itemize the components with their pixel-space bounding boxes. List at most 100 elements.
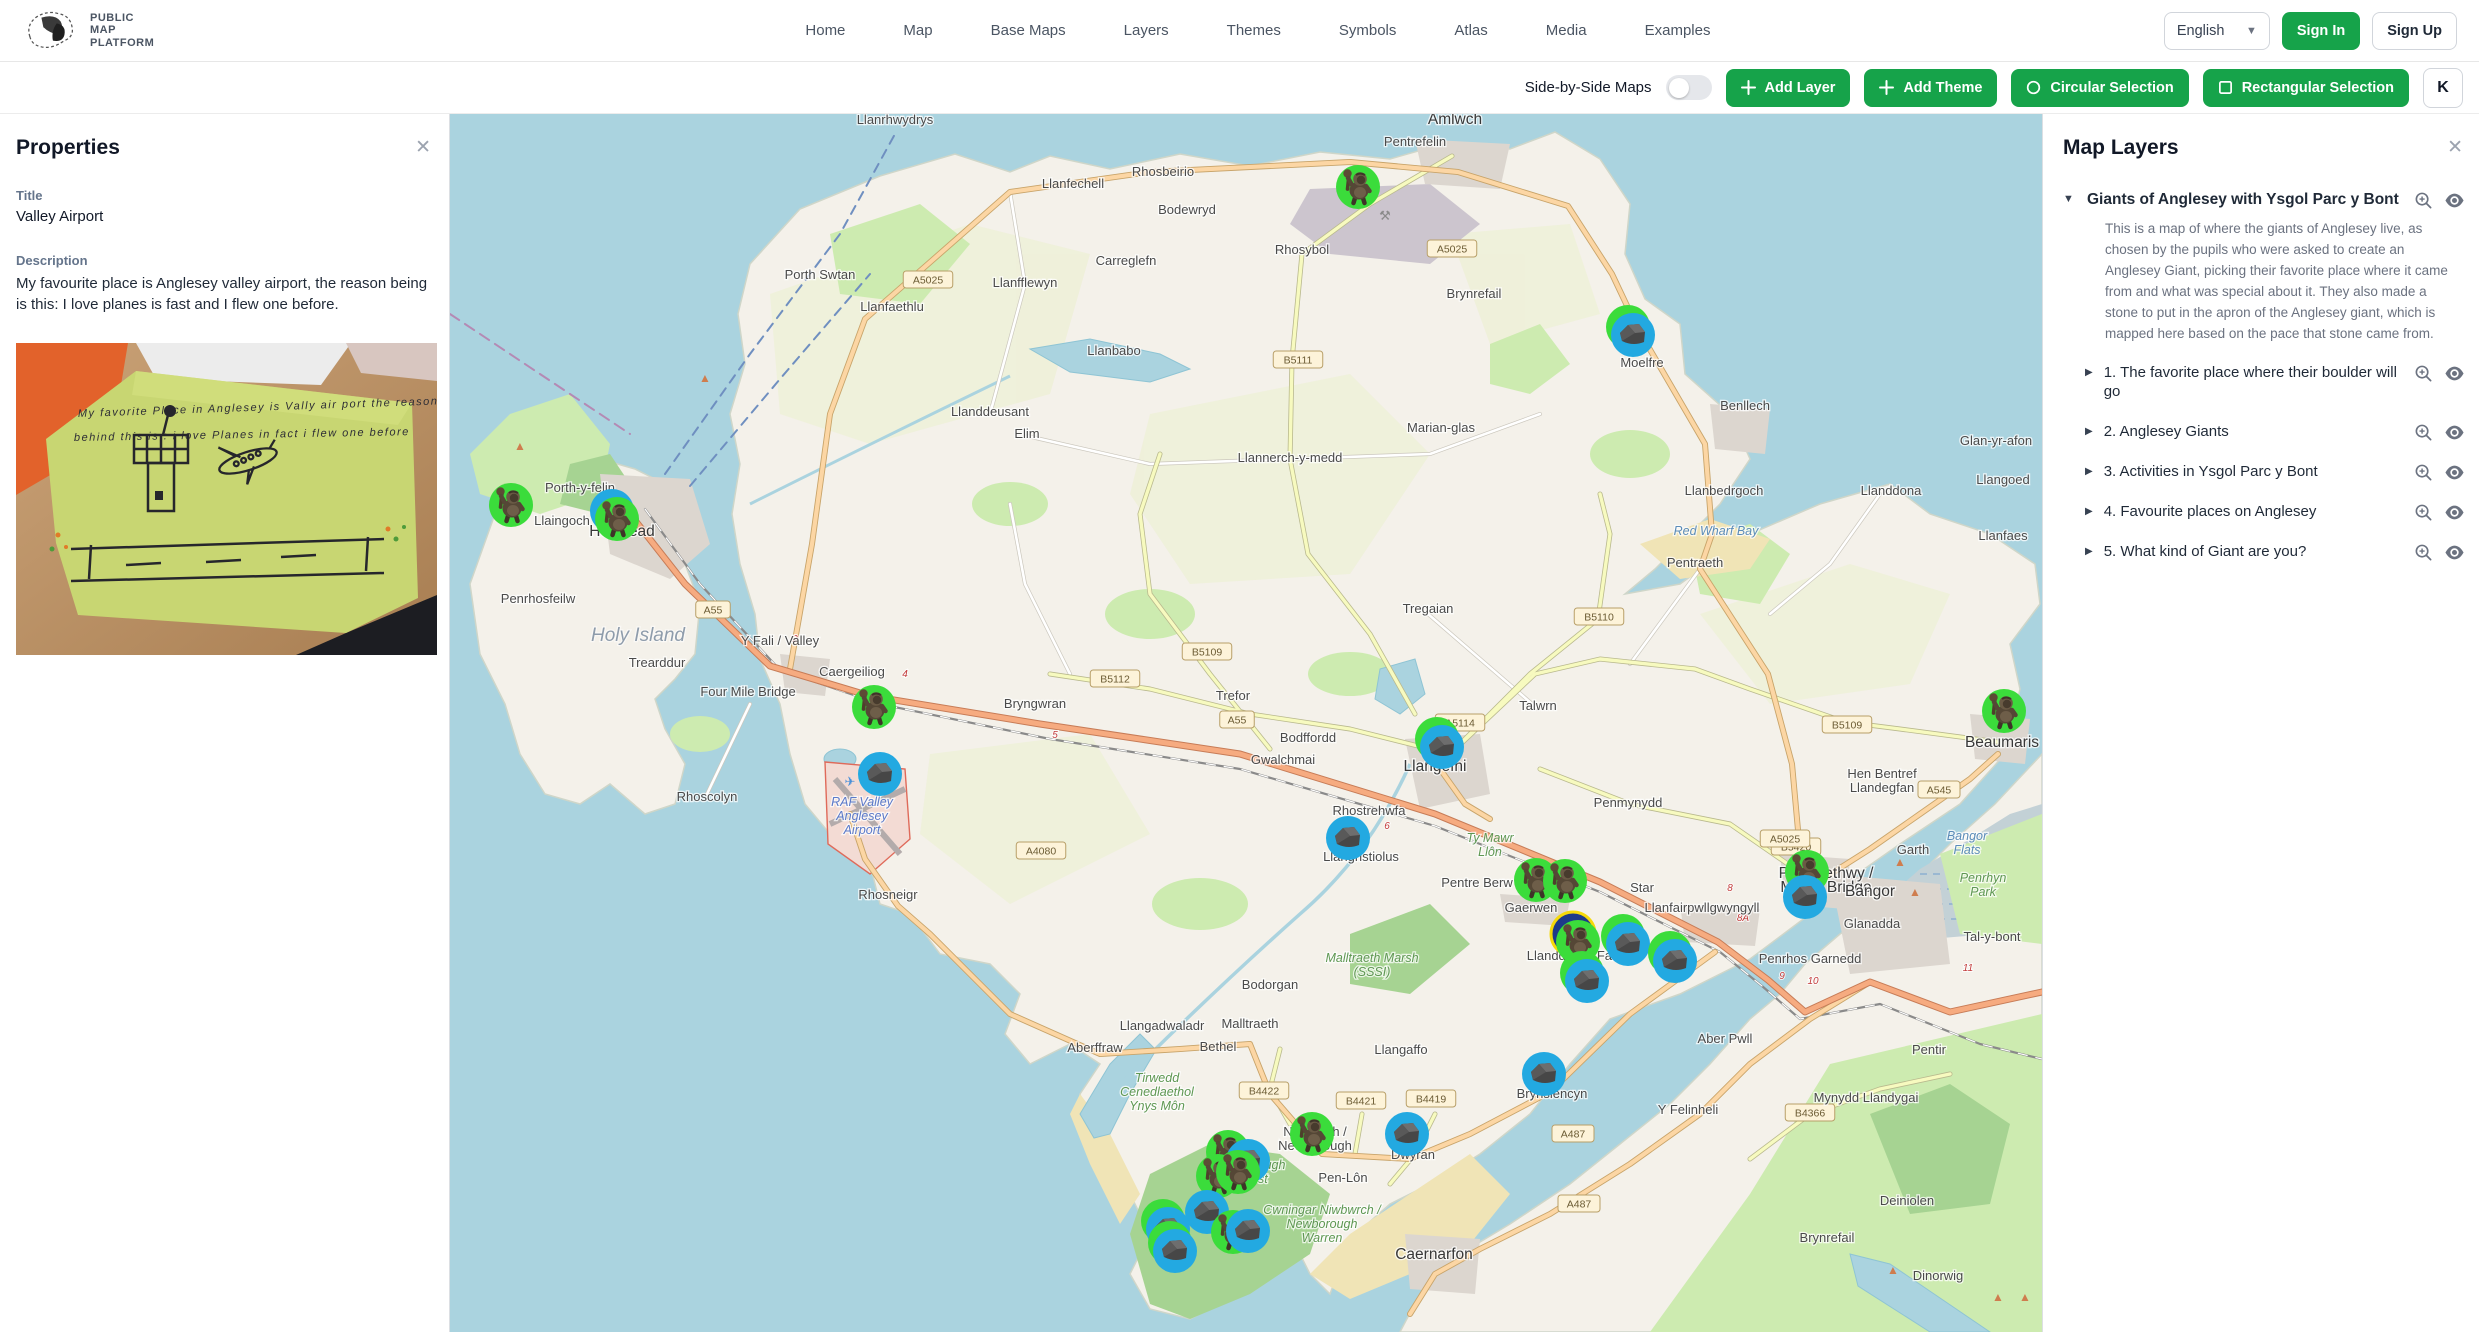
map-marker-boulder[interactable] xyxy=(1522,1052,1566,1096)
zoom-to-layer-icon[interactable] xyxy=(2414,503,2433,522)
expand-triangle-icon[interactable]: ▶ xyxy=(2085,426,2093,437)
side-by-side-label: Side-by-Side Maps xyxy=(1525,79,1652,96)
logo-text: PUBLIC MAP PLATFORM xyxy=(90,12,154,50)
map-label: Pentre Berw xyxy=(1441,875,1513,890)
map-label: Pentrefelin xyxy=(1384,134,1446,149)
map-label: Caernarfon xyxy=(1395,1246,1473,1263)
map-label: Caergeiliog xyxy=(819,664,885,679)
map-marker-boulder[interactable] xyxy=(1783,875,1827,919)
sublayer-row-1[interactable]: ▶ 1. The favorite place where their boul… xyxy=(2063,353,2465,412)
map-marker-boulder[interactable] xyxy=(858,752,902,796)
svg-text:B4366: B4366 xyxy=(1795,1108,1826,1120)
map-label: Penmynydd xyxy=(1594,795,1663,810)
sublayer-row-4[interactable]: ▶ 4. Favourite places on Anglesey xyxy=(2063,492,2465,532)
map-label: Benllech xyxy=(1720,398,1770,413)
map-label: Bethel xyxy=(1200,1039,1237,1054)
map-label: Llangaffo xyxy=(1374,1042,1427,1057)
rectangular-selection-button[interactable]: Rectangular Selection xyxy=(2203,69,2409,107)
map-canvas[interactable]: ✈ xyxy=(450,114,2042,1332)
visibility-eye-icon[interactable] xyxy=(2444,543,2465,562)
map-label: Y Fali / Valley xyxy=(741,633,820,648)
zoom-to-layer-icon[interactable] xyxy=(2414,191,2433,210)
map-marker-boulder[interactable] xyxy=(1326,816,1370,860)
svg-text:9: 9 xyxy=(1779,971,1785,982)
map-label: Elim xyxy=(1014,426,1039,441)
layer-group-row[interactable]: ▼ Giants of Anglesey with Ysgol Parc y B… xyxy=(2063,190,2465,210)
sublayer-row-5[interactable]: ▶ 5. What kind of Giant are you? xyxy=(2063,532,2465,572)
nav-home[interactable]: Home xyxy=(805,22,845,39)
map-label: Trefor xyxy=(1216,688,1251,703)
toggle-knob xyxy=(1669,78,1689,98)
zoom-to-layer-icon[interactable] xyxy=(2414,463,2433,482)
visibility-eye-icon[interactable] xyxy=(2444,463,2465,482)
collapse-triangle-icon[interactable]: ▼ xyxy=(2063,193,2081,205)
language-value: English xyxy=(2177,23,2225,39)
expand-triangle-icon[interactable]: ▶ xyxy=(2085,506,2093,517)
map-marker-giant[interactable] xyxy=(1216,1150,1260,1194)
visibility-eye-icon[interactable] xyxy=(2444,191,2465,210)
nav-examples[interactable]: Examples xyxy=(1645,22,1711,39)
sign-up-button[interactable]: Sign Up xyxy=(2372,12,2457,50)
circular-selection-button[interactable]: Circular Selection xyxy=(2011,69,2188,107)
nav-themes[interactable]: Themes xyxy=(1227,22,1281,39)
map-label: Aber Pwll xyxy=(1698,1031,1753,1046)
map-marker-boulder[interactable] xyxy=(1385,1112,1429,1156)
expand-triangle-icon[interactable]: ▶ xyxy=(2085,546,2093,557)
side-by-side-toggle[interactable] xyxy=(1666,75,1712,100)
nav-symbols[interactable]: Symbols xyxy=(1339,22,1397,39)
map-label: Talwrn xyxy=(1519,698,1557,713)
map-label: Trearddur xyxy=(629,655,686,670)
close-icon[interactable]: ✕ xyxy=(413,136,433,159)
visibility-eye-icon[interactable] xyxy=(2444,364,2465,383)
svg-text:4: 4 xyxy=(902,669,908,680)
nav-base-maps[interactable]: Base Maps xyxy=(991,22,1066,39)
mine-icon: ⚒ xyxy=(1379,208,1391,223)
keyboard-shortcut-button[interactable]: K xyxy=(2423,68,2463,108)
svg-text:A5025: A5025 xyxy=(913,275,944,287)
map-label: Llanfaethlu xyxy=(860,299,924,314)
expand-triangle-icon[interactable]: ▶ xyxy=(2085,367,2093,378)
map-label: Brynrefail xyxy=(1800,1230,1855,1245)
zoom-to-layer-icon[interactable] xyxy=(2414,543,2433,562)
map-marker-giant[interactable] xyxy=(489,483,533,527)
expand-triangle-icon[interactable]: ▶ xyxy=(2085,466,2093,477)
sublayer-row-2[interactable]: ▶ 2. Anglesey Giants xyxy=(2063,412,2465,452)
nav-layers[interactable]: Layers xyxy=(1124,22,1169,39)
map-label: Amlwch xyxy=(1428,114,1482,128)
visibility-eye-icon[interactable] xyxy=(2444,423,2465,442)
map-label: Llannerch-y-medd xyxy=(1238,450,1343,465)
logo[interactable]: PUBLIC MAP PLATFORM xyxy=(22,8,352,54)
map-label: Rhostrehwfa xyxy=(1333,803,1407,818)
map-marker-boulder[interactable] xyxy=(1226,1209,1270,1253)
map-label: Holy Island xyxy=(591,625,686,646)
svg-text:B5109: B5109 xyxy=(1192,647,1223,659)
map-label: Rhosbeirio xyxy=(1132,164,1194,179)
zoom-to-layer-icon[interactable] xyxy=(2414,423,2433,442)
map-marker-giant[interactable] xyxy=(1982,689,2026,733)
sublayer-row-3[interactable]: ▶ 3. Activities in Ysgol Parc y Bont xyxy=(2063,452,2465,492)
logo-icon xyxy=(22,8,80,54)
zoom-to-layer-icon[interactable] xyxy=(2414,364,2433,383)
svg-text:A545: A545 xyxy=(1927,785,1952,797)
language-select[interactable]: English ▼ xyxy=(2164,12,2270,50)
svg-text:B5110: B5110 xyxy=(1584,612,1614,624)
description-label: Description xyxy=(16,253,433,268)
close-icon[interactable]: ✕ xyxy=(2445,136,2465,159)
nav-map[interactable]: Map xyxy=(903,22,932,39)
map-label: Rhosybol xyxy=(1275,242,1329,257)
sign-in-button[interactable]: Sign In xyxy=(2282,12,2360,50)
nav-media[interactable]: Media xyxy=(1546,22,1587,39)
map-label: Carreglefn xyxy=(1096,253,1157,268)
svg-text:▲: ▲ xyxy=(1887,1263,1899,1277)
svg-text:▲: ▲ xyxy=(2019,1290,2031,1304)
add-theme-button[interactable]: Add Theme xyxy=(1864,69,1997,107)
map-marker-giant[interactable] xyxy=(1290,1112,1334,1156)
map-marker-giant[interactable] xyxy=(1336,165,1380,209)
map-marker-giant[interactable] xyxy=(1543,859,1587,903)
add-layer-button[interactable]: Add Layer xyxy=(1726,69,1851,107)
map-label: Pentraeth xyxy=(1667,555,1723,570)
nav-atlas[interactable]: Atlas xyxy=(1454,22,1487,39)
visibility-eye-icon[interactable] xyxy=(2444,503,2465,522)
map-label: Llanrhwydrys xyxy=(857,114,934,127)
map-marker-giant[interactable] xyxy=(852,685,896,729)
